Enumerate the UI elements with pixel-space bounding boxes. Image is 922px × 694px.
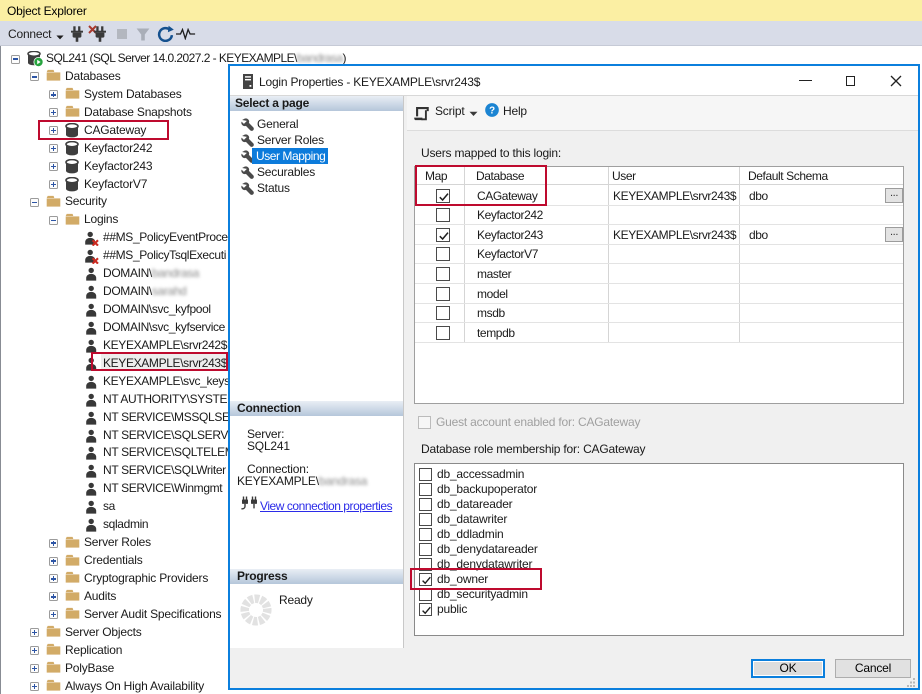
svg-text:?: ? xyxy=(489,106,495,117)
